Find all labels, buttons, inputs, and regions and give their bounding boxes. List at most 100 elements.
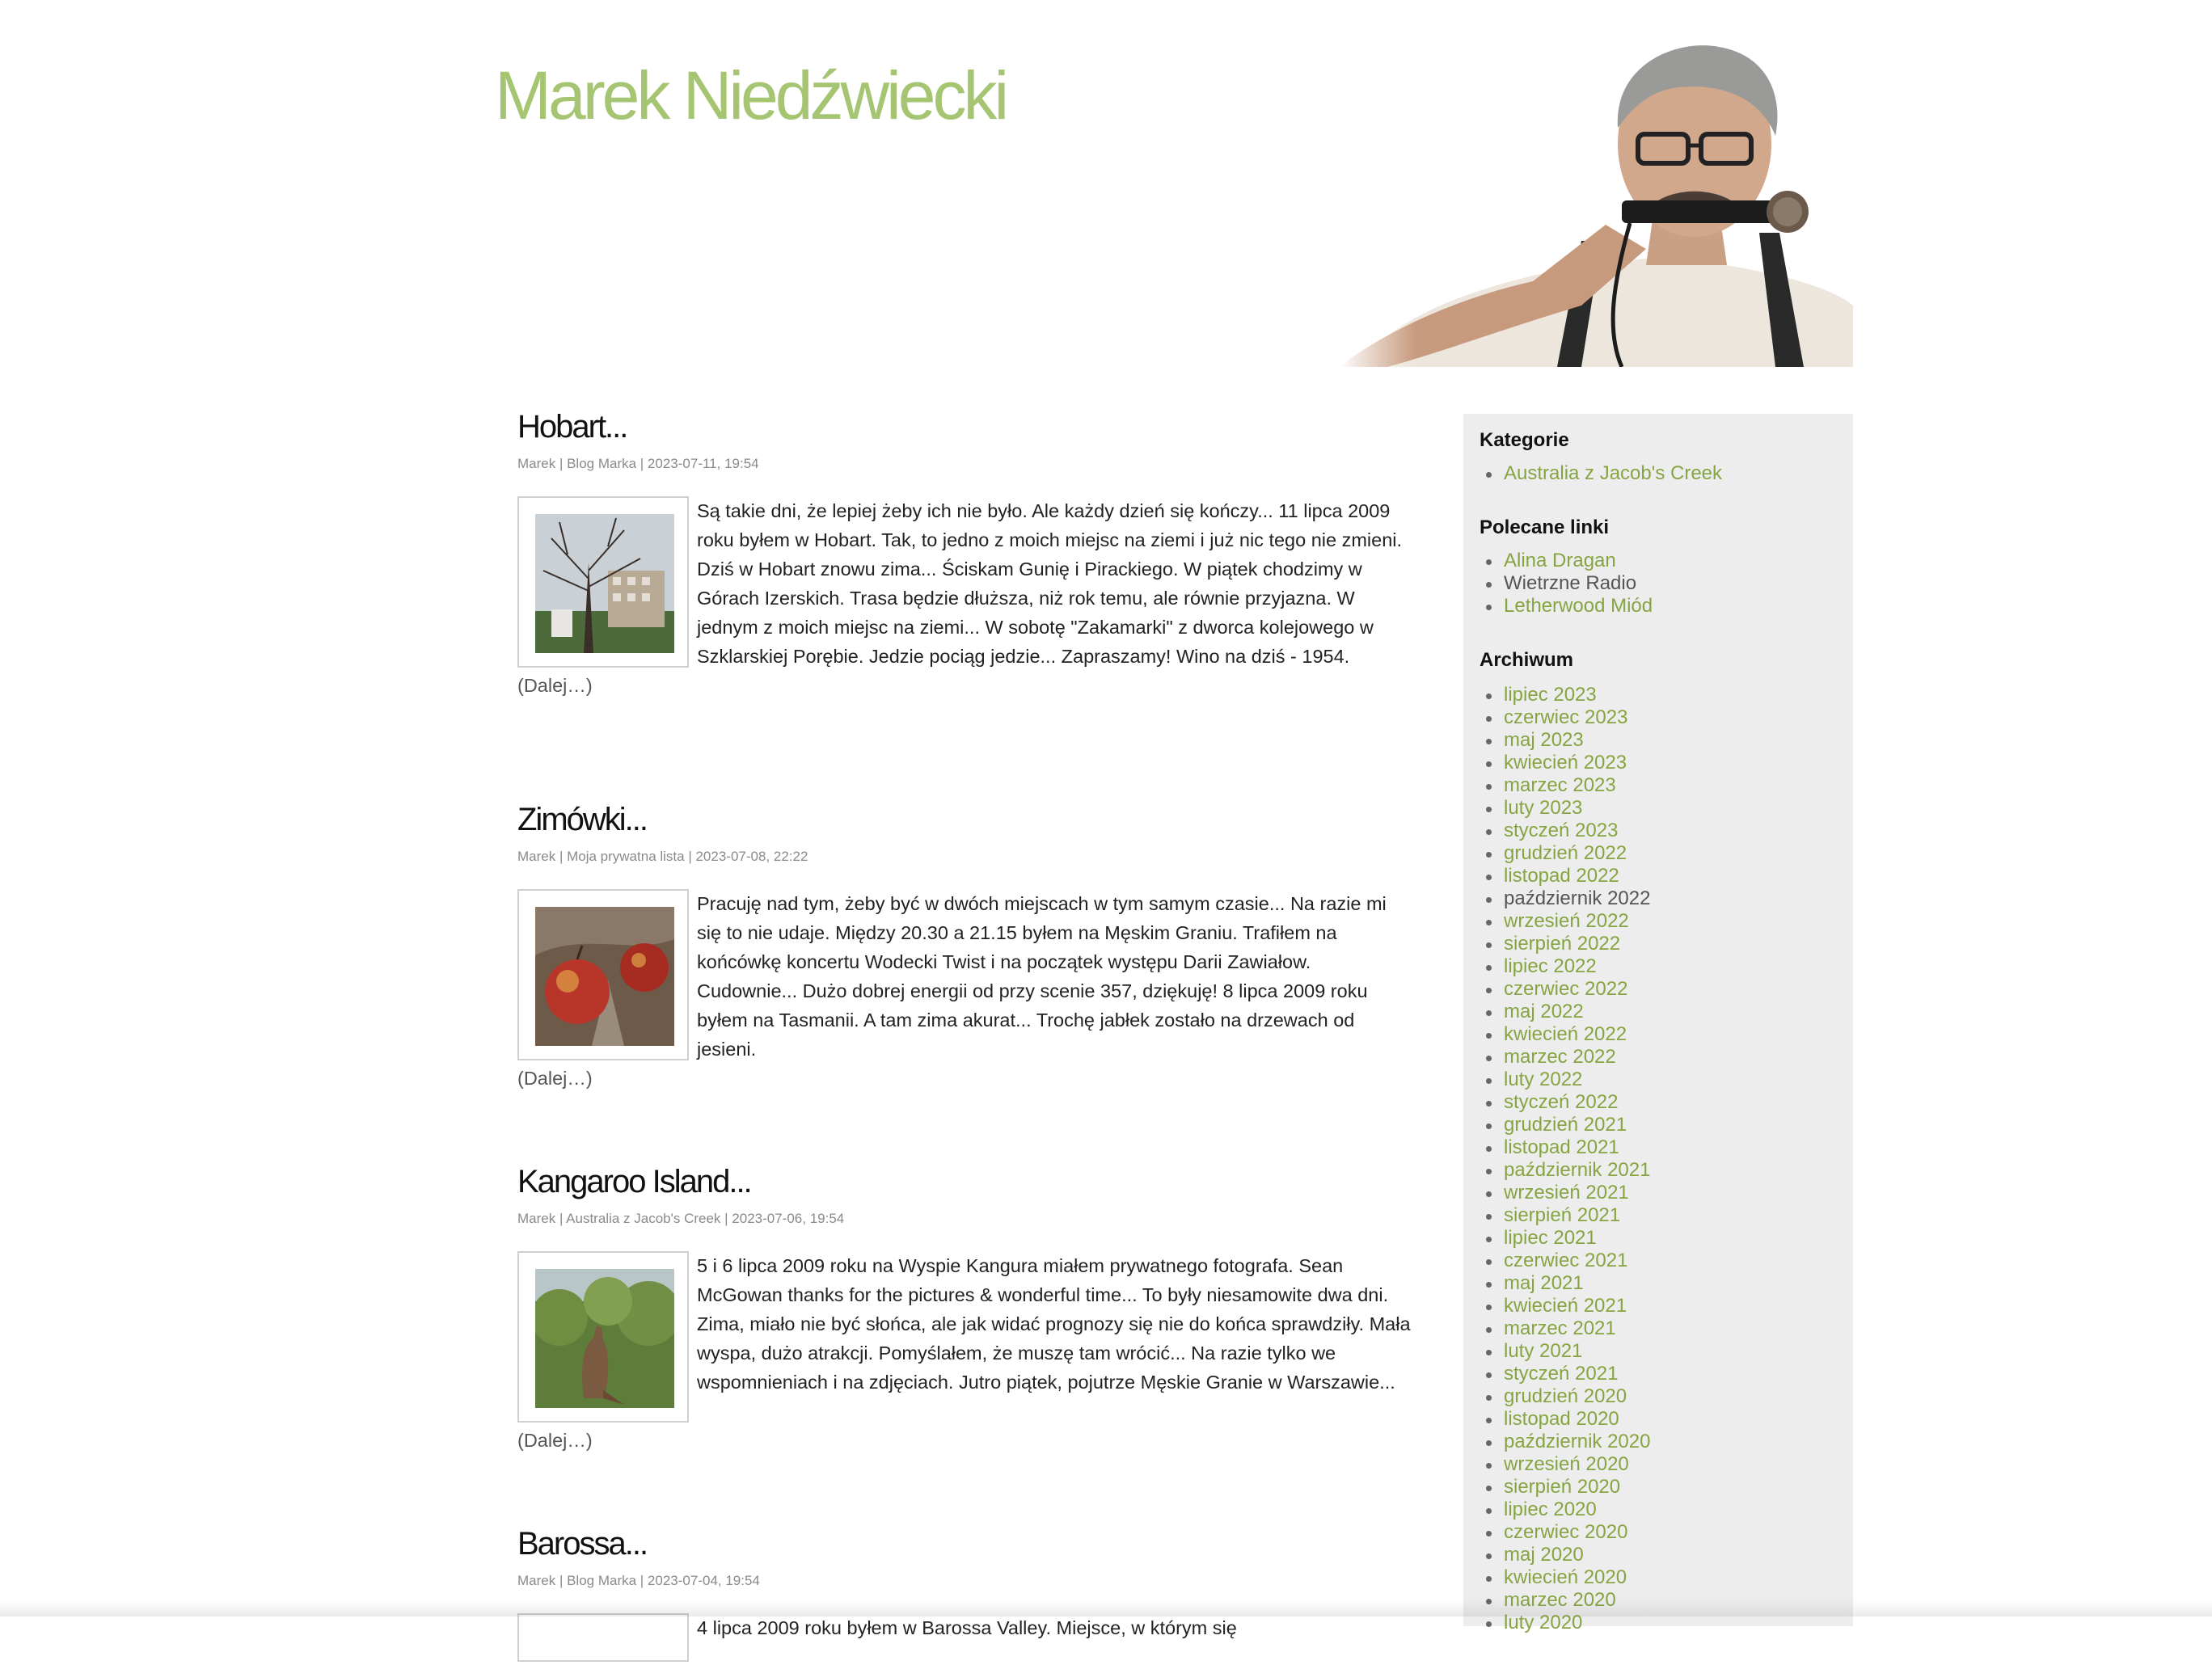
archive-link[interactable]: maj 2022: [1504, 1001, 1584, 1022]
archive-link[interactable]: maj 2021: [1504, 1272, 1584, 1294]
archive-link[interactable]: wrzesień 2021: [1504, 1182, 1629, 1203]
archive-link[interactable]: październik 2020: [1504, 1431, 1650, 1452]
post-title[interactable]: Kangaroo Island...: [517, 1159, 1415, 1204]
archive-item: kwiecień 2022: [1485, 1023, 1650, 1046]
archive-link[interactable]: luty 2021: [1504, 1340, 1582, 1362]
archive-item: grudzień 2021: [1485, 1114, 1650, 1136]
archive-link[interactable]: czerwiec 2023: [1504, 706, 1627, 728]
archive-item: styczeń 2023: [1485, 820, 1650, 842]
archive-item: luty 2023: [1485, 797, 1650, 820]
link-item: Letherwood Miód: [1485, 595, 1653, 618]
post-title[interactable]: Barossa...: [517, 1521, 1415, 1566]
archive-link[interactable]: kwiecień 2022: [1504, 1023, 1627, 1045]
archive-link[interactable]: maj 2023: [1504, 729, 1584, 751]
post: Barossa... Marek | Blog Marka | 2023-07-…: [517, 1521, 1415, 1665]
archive-link[interactable]: październik 2022: [1504, 887, 1650, 909]
archive-link[interactable]: wrzesień 2020: [1504, 1453, 1629, 1475]
archive-link[interactable]: listopad 2022: [1504, 865, 1619, 887]
post-thumbnail[interactable]: [517, 496, 689, 668]
archive-item: sierpień 2020: [1485, 1476, 1650, 1498]
post-body: Pracuję nad tym, żeby być w dwóch miejsc…: [517, 889, 1415, 1093]
archive-item: lipiec 2021: [1485, 1227, 1650, 1250]
archive-item: czerwiec 2023: [1485, 706, 1650, 729]
archive-link[interactable]: styczeń 2021: [1504, 1363, 1618, 1385]
archive-link[interactable]: wrzesień 2022: [1504, 910, 1629, 932]
link-letherwood-miod[interactable]: Letherwood Miód: [1504, 595, 1653, 617]
archive-link[interactable]: luty 2022: [1504, 1069, 1582, 1090]
sidebar: Kategorie Australia z Jacob's Creek Pole…: [1463, 414, 1853, 1633]
archive-link[interactable]: grudzień 2020: [1504, 1385, 1627, 1407]
links-widget: Polecane linki Alina Dragan Wietrzne Rad…: [1480, 516, 1653, 618]
archive-link[interactable]: styczeń 2022: [1504, 1091, 1618, 1113]
tree-building-photo-icon: [535, 514, 674, 653]
read-more-link[interactable]: (Dalej…): [517, 1426, 1415, 1455]
archive-link[interactable]: czerwiec 2022: [1504, 978, 1627, 1000]
archive-link[interactable]: grudzień 2021: [1504, 1114, 1627, 1136]
archive-link[interactable]: marzec 2021: [1504, 1317, 1616, 1339]
link-alina-dragan[interactable]: Alina Dragan: [1504, 550, 1616, 571]
archive-link[interactable]: grudzień 2022: [1504, 842, 1627, 864]
archive-item: czerwiec 2021: [1485, 1250, 1650, 1272]
archive-link[interactable]: marzec 2022: [1504, 1046, 1616, 1068]
site-title[interactable]: Marek Niedźwiecki: [495, 57, 1009, 135]
archive-item: marzec 2021: [1485, 1317, 1650, 1340]
post: Hobart... Marek | Blog Marka | 2023-07-1…: [517, 404, 1415, 700]
archive-item: maj 2022: [1485, 1001, 1650, 1023]
archive-link[interactable]: marzec 2023: [1504, 774, 1616, 796]
post-thumbnail[interactable]: [517, 889, 689, 1060]
archive-list: lipiec 2023 czerwiec 2023 maj 2023 kwiecień…: [1480, 684, 1650, 1634]
apples-photo-icon: [535, 907, 674, 1046]
archive-link[interactable]: maj 2020: [1504, 1544, 1584, 1566]
archive-link[interactable]: lipiec 2022: [1504, 955, 1597, 977]
archive-link[interactable]: kwiecień 2021: [1504, 1295, 1627, 1317]
post-meta: Marek | Moja prywatna lista | 2023-07-08…: [517, 849, 808, 864]
archive-link[interactable]: lipiec 2023: [1504, 684, 1597, 706]
post-excerpt: 5 i 6 lipca 2009 roku na Wyspie Kangura …: [697, 1255, 1411, 1393]
archive-link[interactable]: listopad 2021: [1504, 1136, 1619, 1158]
post-thumbnail[interactable]: [517, 1251, 689, 1423]
archive-item: wrzesień 2021: [1485, 1182, 1650, 1204]
archive-item: październik 2021: [1485, 1159, 1650, 1182]
archive-item: sierpień 2022: [1485, 933, 1650, 955]
post-excerpt: Pracuję nad tym, żeby być w dwóch miejsc…: [697, 893, 1387, 1060]
link-wietrzne-radio[interactable]: Wietrzne Radio: [1504, 572, 1636, 594]
archive-link[interactable]: sierpień 2020: [1504, 1476, 1620, 1498]
archive-item: maj 2021: [1485, 1272, 1650, 1295]
archive-link[interactable]: kwiecień 2023: [1504, 752, 1627, 773]
kangaroo-photo-icon: [535, 1269, 674, 1408]
archive-link[interactable]: czerwiec 2021: [1504, 1250, 1627, 1271]
category-link[interactable]: Australia z Jacob's Creek: [1504, 462, 1722, 484]
archive-link[interactable]: październik 2021: [1504, 1159, 1650, 1181]
category-item: Australia z Jacob's Creek: [1485, 462, 1722, 485]
archive-item: grudzień 2022: [1485, 842, 1650, 865]
archive-item: luty 2022: [1485, 1069, 1650, 1091]
archive-link[interactable]: listopad 2020: [1504, 1408, 1619, 1430]
archive-item: grudzień 2020: [1485, 1385, 1650, 1408]
post: Kangaroo Island... Marek | Australia z J…: [517, 1159, 1415, 1455]
archive-item: lipiec 2020: [1485, 1498, 1650, 1521]
archive-link[interactable]: lipiec 2020: [1504, 1498, 1597, 1520]
archive-item: lipiec 2022: [1485, 955, 1650, 978]
post-title[interactable]: Zimówki...: [517, 797, 1415, 842]
archive-link[interactable]: sierpień 2021: [1504, 1204, 1620, 1226]
archive-item: wrzesień 2020: [1485, 1453, 1650, 1476]
post-thumbnail[interactable]: [517, 1613, 689, 1662]
archive-link[interactable]: styczeń 2023: [1504, 820, 1618, 841]
archive-link[interactable]: czerwiec 2020: [1504, 1521, 1627, 1543]
archive-item: kwiecień 2023: [1485, 752, 1650, 774]
read-more-link[interactable]: (Dalej…): [517, 1064, 1415, 1093]
post-meta: Marek | Blog Marka | 2023-07-11, 19:54: [517, 456, 759, 471]
archive-item: wrzesień 2022: [1485, 910, 1650, 933]
archive-link[interactable]: sierpień 2022: [1504, 933, 1620, 955]
archive-link[interactable]: lipiec 2021: [1504, 1227, 1597, 1249]
archive-item: maj 2020: [1485, 1544, 1650, 1566]
archive-item: kwiecień 2020: [1485, 1566, 1650, 1589]
archive-item: luty 2021: [1485, 1340, 1650, 1363]
archive-item: lipiec 2023: [1485, 684, 1650, 706]
post-excerpt: 4 lipca 2009 roku byłem w Barossa Valley…: [697, 1617, 1237, 1638]
post-title[interactable]: Hobart...: [517, 404, 1415, 449]
archive-link[interactable]: luty 2023: [1504, 797, 1582, 819]
read-more-link[interactable]: (Dalej…): [517, 671, 1415, 700]
archive-link[interactable]: kwiecień 2020: [1504, 1566, 1627, 1588]
archive-item: sierpień 2021: [1485, 1204, 1650, 1227]
